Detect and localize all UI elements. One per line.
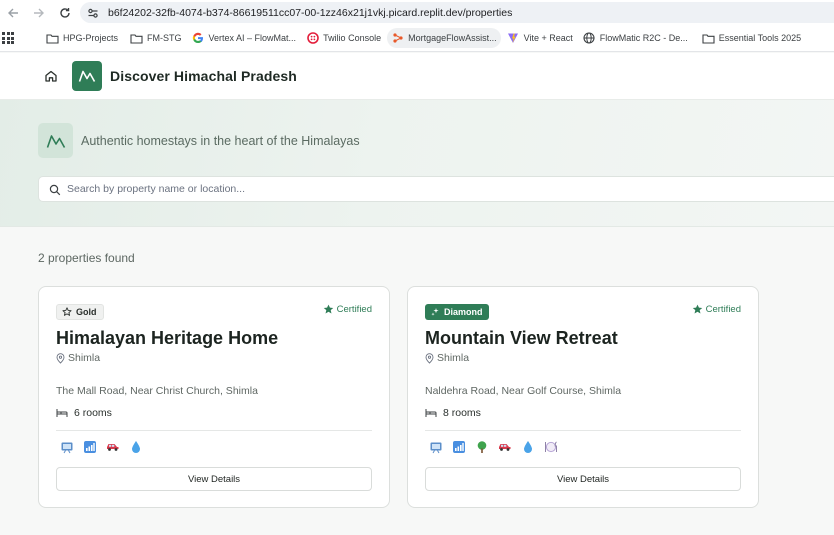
tier-badge-label: Diamond — [444, 307, 483, 317]
car-icon — [105, 440, 120, 455]
view-details-button[interactable]: View Details — [56, 467, 372, 491]
mountain-icon — [78, 70, 96, 82]
certified-label: Certified — [692, 304, 741, 315]
property-location: Shimla — [425, 352, 469, 364]
reload-icon — [60, 7, 70, 18]
view-details-button[interactable]: View Details — [425, 467, 741, 491]
apps-grid-icon[interactable] — [2, 32, 14, 44]
property-location: Shimla — [56, 352, 100, 364]
mountain-icon — [46, 134, 65, 148]
car-icon — [497, 440, 512, 455]
wifi-signal-icon — [82, 440, 97, 455]
property-address: The Mall Road, Near Christ Church, Shiml… — [56, 385, 258, 397]
arrow-right-icon — [34, 8, 44, 17]
tier-badge: Gold — [56, 304, 104, 320]
tv-icon — [59, 440, 74, 455]
property-card[interactable]: Gold Certified Himalayan Heritage Home S… — [38, 286, 390, 508]
app-title: Discover Himachal Pradesh — [110, 68, 297, 84]
certified-text: Certified — [705, 304, 741, 315]
bookmark-essential-tools[interactable]: Essential Tools 2025 — [698, 28, 805, 48]
bookmark-twilio[interactable]: Twilio Console — [302, 28, 385, 48]
bookmark-vite-react[interactable]: Vite + React — [503, 28, 577, 48]
bed-icon — [56, 409, 68, 417]
tier-badge-label: Gold — [76, 307, 97, 317]
folder-icon — [130, 32, 143, 45]
bookmark-label: MortgageFlowAssist... — [408, 33, 497, 43]
sparkle-icon — [430, 307, 440, 317]
forward-button[interactable] — [26, 0, 52, 25]
tv-icon — [428, 440, 443, 455]
search-icon — [49, 184, 61, 196]
water-drop-icon — [128, 440, 143, 455]
browser-toolbar: b6f24202-32fb-4074-b374-86619511cc07-00-… — [0, 0, 834, 25]
certified-label: Certified — [323, 304, 372, 315]
dining-icon — [543, 440, 558, 455]
mortgageflow-icon — [391, 32, 404, 45]
map-pin-icon — [56, 352, 65, 364]
url-text[interactable]: b6f24202-32fb-4074-b374-86619511cc07-00-… — [108, 7, 512, 19]
property-card[interactable]: Diamond Certified Mountain View Retreat … — [407, 286, 759, 508]
google-icon — [192, 32, 205, 45]
bookmark-fm-stg[interactable]: FM-STG — [126, 28, 186, 48]
twilio-icon — [306, 32, 319, 45]
results-count: 2 properties found — [38, 251, 135, 265]
bookmark-label: HPG-Projects — [63, 33, 119, 43]
bookmarks-bar: HPG-Projects FM-STG Vertex AI – FlowMat.… — [0, 25, 834, 52]
bookmark-label: Twilio Console — [323, 33, 382, 43]
card-divider — [425, 430, 741, 431]
brand-logo — [72, 61, 102, 91]
hero-tagline: Authentic homestays in the heart of the … — [81, 134, 360, 148]
bookmark-label: Essential Tools 2025 — [718, 33, 802, 43]
property-rooms: 8 rooms — [425, 407, 481, 419]
bookmark-label: Vertex AI – FlowMat... — [208, 33, 297, 43]
arrow-left-icon — [8, 8, 18, 17]
certified-text: Certified — [336, 304, 372, 315]
folder-icon — [702, 32, 715, 45]
tree-icon — [474, 440, 489, 455]
app-header: Discover Himachal Pradesh — [0, 53, 834, 100]
location-text: Shimla — [437, 352, 470, 364]
star-filled-icon — [692, 304, 702, 314]
address-bar[interactable]: b6f24202-32fb-4074-b374-86619511cc07-00-… — [80, 2, 834, 23]
amenities-list — [59, 440, 151, 455]
home-icon — [45, 70, 57, 82]
location-text: Shimla — [68, 352, 101, 364]
home-button[interactable] — [44, 69, 58, 83]
hero-section: Authentic homestays in the heart of the … — [0, 100, 834, 227]
bookmark-label: FlowMatic R2C - De... — [599, 33, 688, 43]
site-settings-icon[interactable] — [86, 6, 100, 20]
amenities-list — [428, 440, 566, 455]
star-filled-icon — [323, 304, 333, 314]
property-rooms: 6 rooms — [56, 407, 112, 419]
back-button[interactable] — [0, 0, 26, 25]
card-divider — [56, 430, 372, 431]
bed-icon — [425, 409, 437, 417]
water-drop-icon — [520, 440, 535, 455]
rooms-text: 8 rooms — [443, 407, 481, 419]
bookmark-label: FM-STG — [147, 33, 182, 43]
bookmark-hpg-projects[interactable]: HPG-Projects — [42, 28, 122, 48]
vite-icon — [507, 32, 520, 45]
hero-logo — [38, 123, 73, 158]
star-outline-icon — [62, 307, 72, 317]
bookmark-mortgageflow[interactable]: MortgageFlowAssist... — [387, 28, 501, 48]
property-name: Himalayan Heritage Home — [56, 328, 279, 348]
search-input[interactable] — [67, 177, 827, 201]
wifi-signal-icon — [451, 440, 466, 455]
bookmark-vertex-ai[interactable]: Vertex AI – FlowMat... — [188, 28, 301, 48]
search-box — [38, 176, 834, 202]
tier-badge: Diamond — [425, 304, 489, 320]
rooms-text: 6 rooms — [74, 407, 112, 419]
bookmark-label: Vite + React — [523, 33, 573, 43]
globe-icon — [583, 32, 596, 45]
property-name: Mountain View Retreat — [425, 328, 618, 348]
property-address: Naldehra Road, Near Golf Course, Shimla — [425, 385, 622, 397]
folder-icon — [46, 32, 59, 45]
map-pin-icon — [425, 352, 434, 364]
bookmark-flowmatic-r2c[interactable]: FlowMatic R2C - De... — [579, 28, 692, 48]
reload-button[interactable] — [52, 0, 78, 25]
